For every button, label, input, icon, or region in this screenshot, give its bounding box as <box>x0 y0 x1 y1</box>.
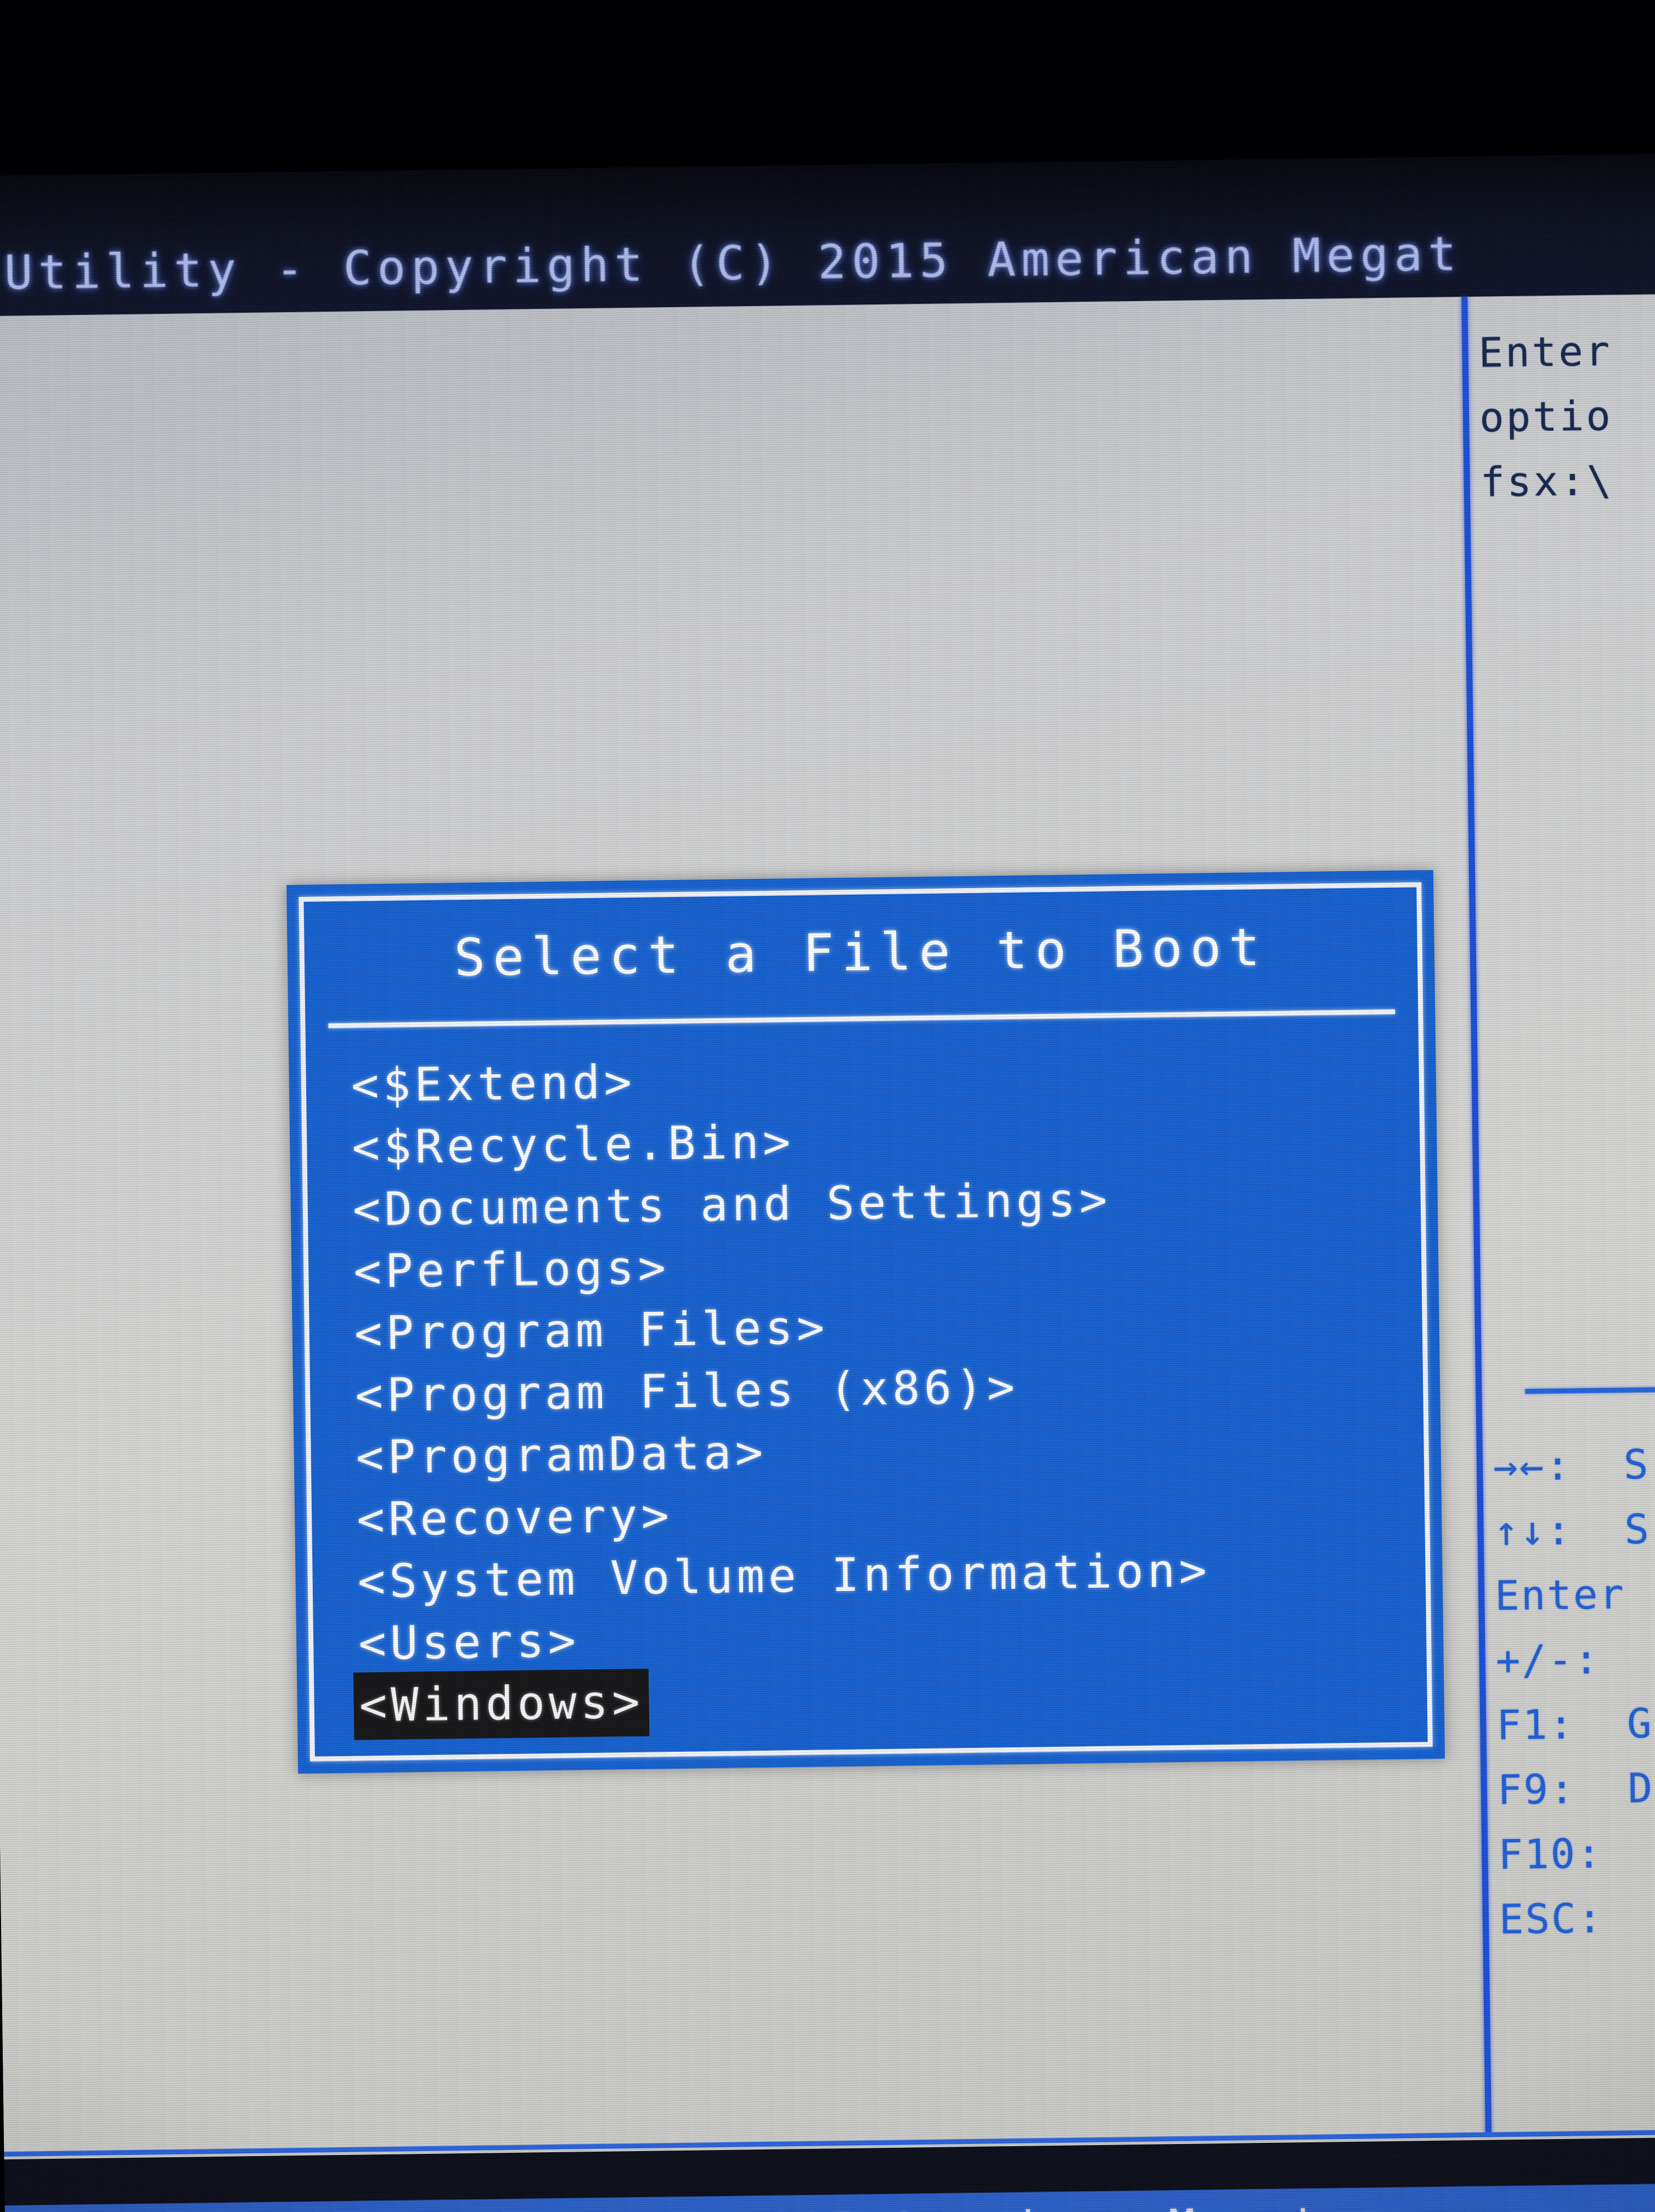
bios-screen: up Utility - Copyright (C) 2015 American… <box>0 153 1655 2212</box>
file-item-label[interactable]: <Users> <box>356 1610 582 1674</box>
status-bar-text: 2.17.1249. Copyright (C) 2015 American M… <box>5 2197 1385 2212</box>
file-item-label[interactable]: <PerfLogs> <box>351 1237 672 1303</box>
select-file-to-boot-dialog: Select a File to Boot <$Extend> <$Recycl… <box>286 870 1445 1774</box>
help-description-line: Enter <box>1478 328 1612 377</box>
file-item-label[interactable]: <Windows> <box>353 1668 650 1740</box>
bios-title-band: up Utility - Copyright (C) 2015 American… <box>0 153 1655 317</box>
key-legend-item-up-down: ↑↓: S <box>1494 1505 1651 1555</box>
file-list[interactable]: <$Extend> <$Recycle.Bin> <Documents and … <box>348 1041 1411 1745</box>
key-legend: →←: S ↑↓: S Enter +/-: F1: G F9: D F10: … <box>1493 1431 1655 1952</box>
help-description-line: fsx:\ <box>1480 457 1614 506</box>
file-item-label[interactable]: <$Recycle.Bin> <box>350 1111 797 1179</box>
file-item-label[interactable]: <Program Files> <box>352 1296 831 1364</box>
dialog-title-rule <box>328 1009 1395 1029</box>
file-item-label[interactable]: <$Extend> <box>348 1051 638 1117</box>
file-item-label[interactable]: <System Volume Information> <box>355 1539 1213 1612</box>
key-legend-item-f9: F9: D <box>1497 1764 1654 1814</box>
dialog-inner-border: Select a File to Boot <$Extend> <$Recycl… <box>299 882 1433 1762</box>
file-item-label[interactable]: <Recovery> <box>354 1485 675 1551</box>
bios-title-text: up Utility - Copyright (C) 2015 American… <box>0 227 1462 302</box>
key-legend-item-left-right: →←: S <box>1493 1441 1651 1491</box>
photograph-of-monitor: up Utility - Copyright (C) 2015 American… <box>0 0 1655 2212</box>
dialog-title: Select a File to Boot <box>453 917 1268 989</box>
key-legend-item-plus-minus: +/-: <box>1495 1635 1601 1685</box>
key-legend-item-esc: ESC: <box>1499 1894 1604 1944</box>
file-item-label[interactable]: <Program Files (x86)> <box>353 1356 1021 1427</box>
key-legend-item-f10: F10: <box>1498 1830 1603 1879</box>
key-legend-item-enter: Enter <box>1494 1571 1626 1620</box>
status-bar: 2.17.1249. Copyright (C) 2015 American M… <box>4 2183 1655 2212</box>
list-item-selected[interactable]: <Windows> <box>353 1661 1411 1740</box>
help-description-line: optio <box>1479 392 1613 442</box>
file-item-label[interactable]: <ProgramData> <box>353 1421 769 1489</box>
key-legend-item-f1: F1: G <box>1496 1700 1654 1750</box>
file-item-label[interactable]: <Documents and Settings> <box>350 1169 1113 1241</box>
